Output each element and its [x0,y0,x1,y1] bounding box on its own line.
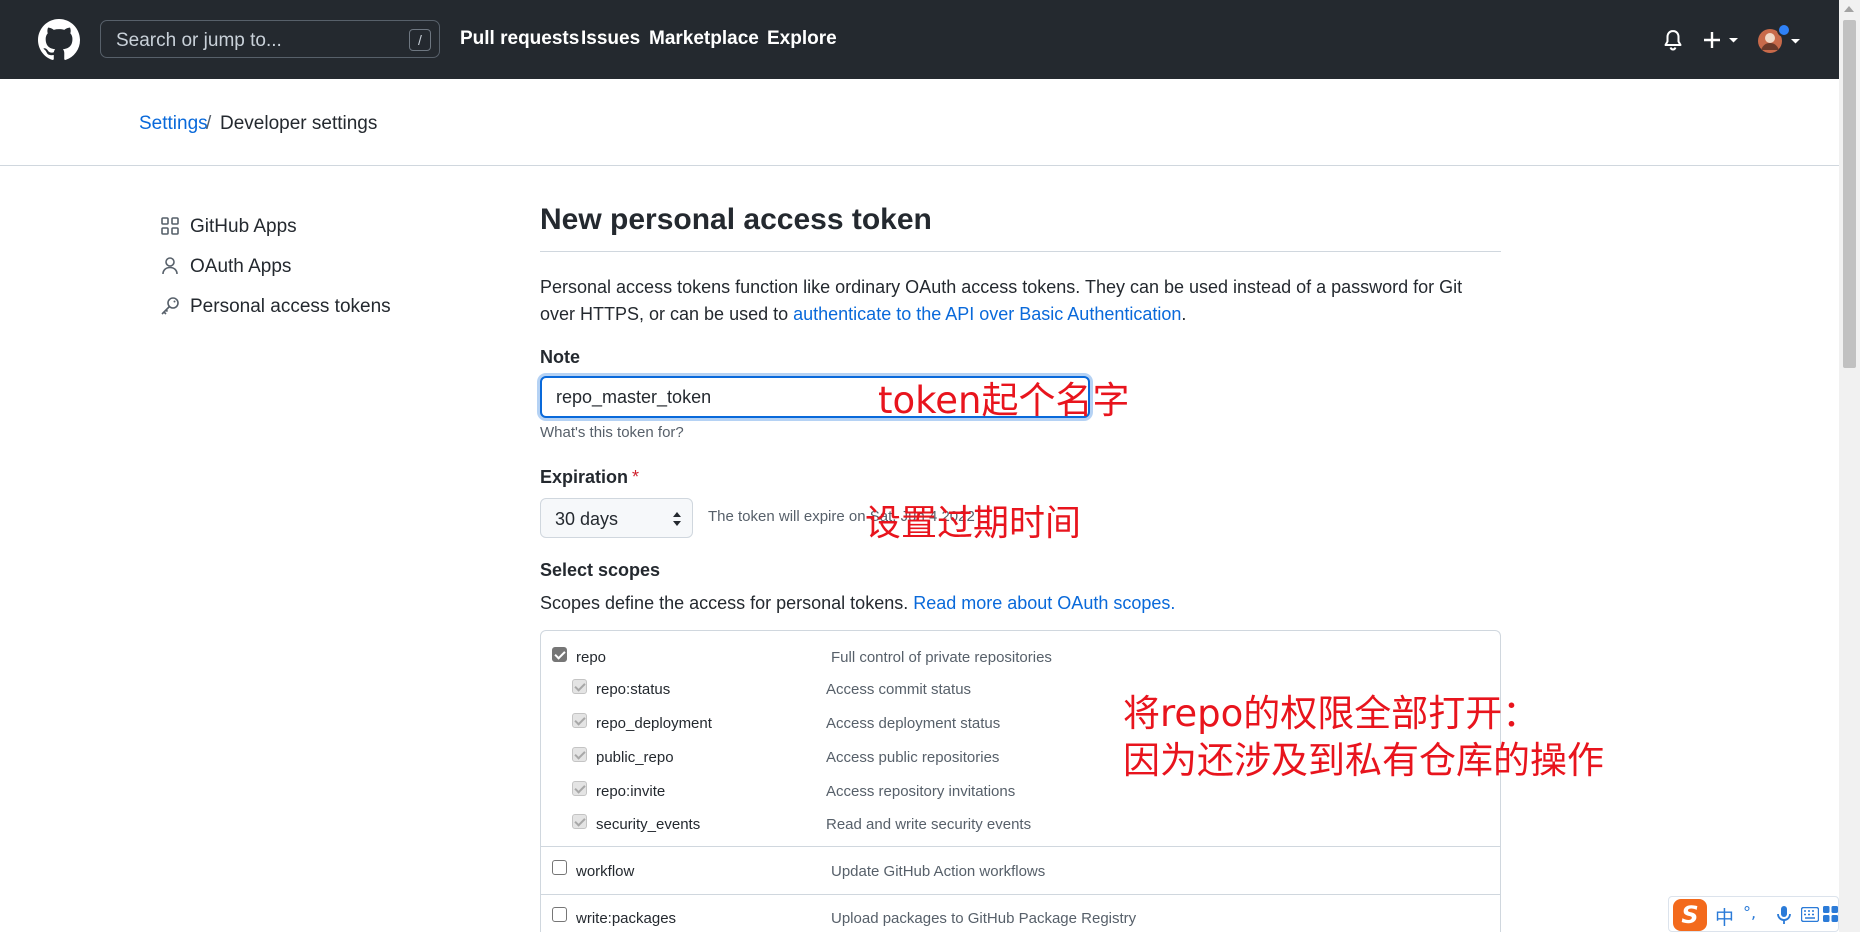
expiration-select[interactable]: 30 days [540,498,693,538]
ime-language-toggle[interactable]: 中 [1715,903,1734,930]
scope-name: write:packages [576,910,677,927]
note-label: Note [540,347,580,367]
person-icon [162,257,178,275]
sidebar-item-label: GitHub Apps [190,216,297,237]
sogou-logo-icon[interactable]: S [1673,899,1707,931]
public-repo-checkbox[interactable] [572,747,587,762]
page-title: New personal access token [540,203,932,236]
annotation-scopes-line2: 因为还涉及到私有仓库的操作 [1123,739,1604,782]
notification-dot [1777,23,1791,37]
scope-divider [541,894,1500,895]
keyboard-icon[interactable] [1801,907,1819,922]
title-divider [540,251,1501,252]
scopes-help: Scopes define the access for personal to… [540,593,1175,614]
scope-name: repo [576,649,607,666]
repo-invite-checkbox[interactable] [572,781,587,796]
scope-name: workflow [576,863,635,880]
breadcrumb-settings-link[interactable]: Settings [139,113,208,135]
scope-description: Access deployment status [826,715,1001,732]
sidebar-item-label: Personal access tokens [190,296,391,317]
oauth-scopes-link[interactable]: Read more about OAuth scopes. [913,593,1175,613]
scope-description: Access public repositories [826,749,1000,766]
repo-checkbox[interactable] [552,647,567,662]
search-shortcut-key: / [409,29,431,51]
nav-explore[interactable]: Explore [767,28,837,50]
search-placeholder: Search or jump to... [116,30,282,51]
write-packages-checkbox[interactable] [552,907,567,922]
scope-name: public_repo [596,749,674,766]
scopes-label: Select scopes [540,560,661,580]
scrollbar-thumb[interactable] [1843,20,1856,368]
select-arrows-icon [673,512,681,526]
scope-row-write-packages: write:packages Upload packages to GitHub… [541,907,1500,931]
expiration-label-text: Expiration [540,467,629,487]
bell-icon[interactable] [1663,29,1683,51]
apps-grid-icon [161,217,179,235]
mic-icon[interactable] [1777,905,1791,925]
create-new-dropdown[interactable] [1703,30,1741,50]
scope-description: Upload packages to GitHub Package Regist… [831,910,1137,927]
scope-row-security-events: security_events Read and write security … [541,814,1500,838]
scope-name: security_events [596,816,701,833]
expiration-label: Expiration * [540,467,639,488]
search-input[interactable]: Search or jump to... / [100,20,440,58]
breadcrumb: Settings / Developer settings [0,79,1839,166]
scope-divider [541,846,1500,847]
scope-name: repo_deployment [596,715,712,732]
page-description: Personal access tokens function like ord… [540,274,1501,328]
scope-description: Full control of private repositories [831,649,1052,666]
basic-auth-link[interactable]: authenticate to the API over Basic Authe… [793,304,1181,324]
sidebar-item-label: OAuth Apps [190,256,292,277]
note-hint: What's this token for? [540,424,684,441]
breadcrumb-separator: / [206,113,212,134]
annotation-expiration: 设置过期时间 [865,503,1082,544]
ime-punctuation-toggle[interactable]: °, [1743,903,1756,922]
scope-description: Access commit status [826,681,972,698]
nav-pull-requests[interactable]: Pull requests [460,28,579,50]
scope-name: repo:invite [596,783,666,800]
repo-status-checkbox[interactable] [572,679,587,694]
scope-row-repo: repo Full control of private repositorie… [541,645,1500,669]
top-header: Search or jump to... / Pull requests Iss… [0,0,1839,79]
page-scrollbar[interactable] [1839,0,1860,932]
description-suffix: . [1181,304,1187,324]
breadcrumb-current: Developer settings [220,113,378,134]
scope-row-workflow: workflow Update GitHub Action workflows [541,860,1500,884]
scopes-help-text: Scopes define the access for personal to… [540,593,914,613]
nav-marketplace[interactable]: Marketplace [649,28,759,50]
expiration-value: 30 days [555,509,619,529]
scroll-up-arrow-icon[interactable] [1844,6,1854,12]
scope-description: Access repository invitations [826,783,1016,800]
sidebar-item-personal-access-tokens[interactable]: Personal access tokens [160,292,440,322]
scope-name: repo:status [596,681,671,698]
scope-description: Update GitHub Action workflows [831,863,1046,880]
scope-description: Read and write security events [826,816,1032,833]
sidebar-item-oauth-apps[interactable]: OAuth Apps [160,252,440,282]
github-logo-icon[interactable] [38,19,80,61]
workflow-checkbox[interactable] [552,860,567,875]
ime-toolbar: S 中 °, [1668,896,1839,932]
annotation-note: token起个名字 [878,379,1130,422]
repo-deployment-checkbox[interactable] [572,713,587,728]
scope-row-repo-invite: repo:invite Access repository invitation… [541,781,1500,805]
security-events-checkbox[interactable] [572,814,587,829]
key-icon [161,297,179,315]
sidebar-item-github-apps[interactable]: GitHub Apps [160,212,440,242]
grid-icon[interactable] [1823,906,1838,922]
annotation-scopes-line1: 将repo的权限全部打开： [1123,692,1540,735]
required-marker: * [632,467,640,487]
nav-issues[interactable]: Issues [581,28,640,50]
